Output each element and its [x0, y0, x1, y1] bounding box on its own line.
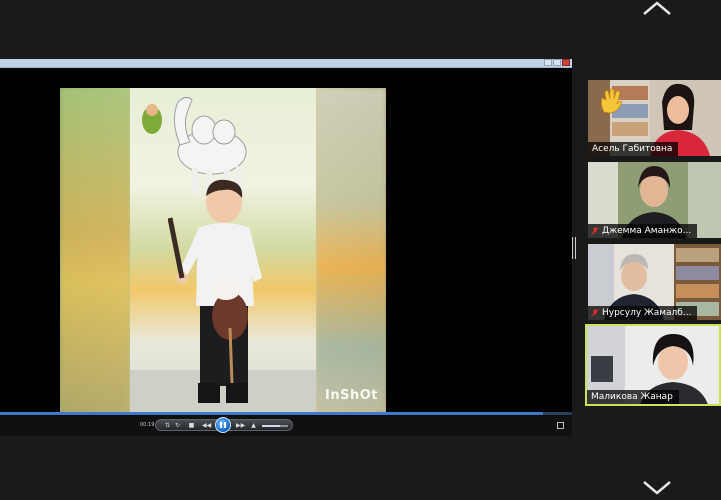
child-figure [168, 179, 262, 403]
participant-name: Маликова Жанар [587, 390, 679, 404]
panel-splitter[interactable] [572, 237, 576, 259]
maximize-button[interactable] [553, 59, 561, 66]
video-watermark: InShOt [325, 388, 378, 403]
muted-mic-icon [591, 227, 599, 235]
volume-slider[interactable] [262, 425, 288, 427]
participant-tile[interactable]: Джемма Аманжо... [588, 162, 721, 238]
participant-name: Нурсулу Жамалб... [588, 306, 698, 320]
participant-tile-active-speaker[interactable]: Маликова Жанар [585, 324, 721, 406]
video-frame: InShOt [60, 88, 386, 413]
volume-level [262, 425, 281, 427]
participant-name: Асель Габитовна [588, 142, 679, 156]
scroll-down-chevron-icon[interactable] [642, 478, 672, 496]
scroll-up-chevron-icon[interactable] [642, 0, 672, 18]
next-icon[interactable]: ▶▶ [236, 422, 245, 429]
pause-button[interactable] [215, 417, 231, 433]
volume-icon[interactable]: ▲ [250, 422, 257, 429]
shuffle-icon[interactable]: ⇅ [164, 422, 171, 429]
minimize-button[interactable] [544, 59, 552, 66]
participant-tile[interactable]: Нурсулу Жамалб... [588, 244, 721, 320]
video-player[interactable]: InShOt [0, 68, 572, 413]
participant-tile[interactable]: Асель Габитовна [588, 80, 721, 156]
seek-bar[interactable] [0, 412, 572, 415]
muted-mic-icon [591, 309, 599, 317]
window-titlebar [0, 59, 572, 68]
repeat-icon[interactable]: ↻ [174, 422, 181, 429]
stop-icon[interactable]: ■ [188, 422, 195, 429]
shared-screen-window: InShOt 00:19 ⇅ ↻ ■ ◀◀ ▶▶ ▲ [0, 59, 572, 436]
participant-name: Джемма Аманжо... [588, 224, 698, 238]
close-button[interactable] [562, 59, 570, 66]
transport-controls: ⇅ ↻ ■ ◀◀ ▶▶ ▲ [155, 417, 293, 433]
elapsed-time: 00:19 [140, 422, 155, 428]
player-controls: 00:19 ⇅ ↻ ■ ◀◀ ▶▶ ▲ [0, 416, 572, 436]
switch-to-library-icon[interactable] [557, 422, 564, 429]
raise-hand-icon [600, 88, 623, 114]
previous-icon[interactable]: ◀◀ [202, 422, 211, 429]
seek-bar-progress [0, 412, 544, 415]
